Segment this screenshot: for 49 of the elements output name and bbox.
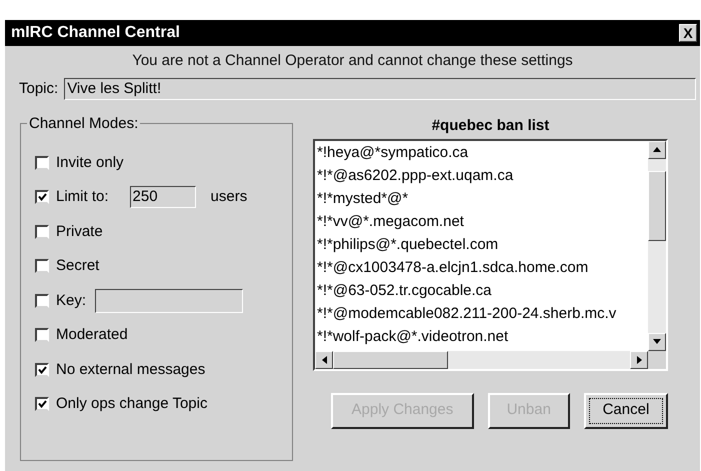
window-title: mIRC Channel Central bbox=[11, 23, 180, 43]
scroll-left-button[interactable] bbox=[315, 350, 333, 368]
checkbox[interactable] bbox=[35, 190, 49, 204]
notice-text: You are not a Channel Operator and cannot change these settings bbox=[131, 51, 574, 71]
checkbox[interactable] bbox=[35, 294, 49, 308]
scroll-thumb[interactable] bbox=[333, 350, 448, 368]
scroll-down-button[interactable] bbox=[648, 332, 666, 350]
checkbox[interactable] bbox=[35, 362, 49, 377]
checkbox-label[interactable]: No external messages bbox=[56, 358, 206, 381]
vertical-scrollbar[interactable] bbox=[648, 140, 666, 350]
checkbox-label[interactable]: Key: bbox=[56, 290, 86, 312]
checkbox-label[interactable]: Limit to: bbox=[56, 186, 109, 208]
horizontal-scrollbar[interactable] bbox=[315, 350, 648, 368]
scroll-right-button[interactable] bbox=[630, 350, 648, 368]
topic-field[interactable]: Vive les Splitt! bbox=[64, 78, 696, 100]
ban-list[interactable] bbox=[313, 138, 668, 370]
checkbox-label[interactable]: Only ops change Topic bbox=[56, 393, 208, 416]
checkbox-label[interactable]: Private bbox=[56, 220, 103, 243]
up-arrow-icon bbox=[653, 147, 661, 152]
left-arrow-icon bbox=[322, 356, 326, 364]
ban-entry[interactable]: *!*@as6202.ppp-ext.uqam.ca bbox=[317, 164, 648, 186]
ban-entry[interactable]: *!*vv@*.megacom.net bbox=[317, 210, 648, 232]
ban-entry[interactable]: *!*mysted*@* bbox=[317, 186, 648, 210]
checkbox[interactable] bbox=[35, 397, 49, 412]
ban-entry[interactable]: *!*@63-052.tr.cgocable.ca bbox=[317, 278, 648, 302]
limit-field[interactable]: 250 bbox=[130, 186, 196, 208]
scroll-up-button[interactable] bbox=[648, 140, 666, 158]
scrollbar-corner bbox=[648, 350, 666, 368]
checkbox-label[interactable]: Invite only bbox=[56, 152, 124, 174]
checkbox-label[interactable]: Moderated bbox=[56, 324, 128, 346]
ban-entry[interactable]: *!*@cx1003478-a.elcjn1.sdca.home.com bbox=[317, 256, 648, 278]
checkbox[interactable] bbox=[35, 259, 49, 274]
ban-entry[interactable]: *!*philips@*.quebectel.com bbox=[317, 232, 648, 256]
key-field[interactable] bbox=[95, 288, 244, 313]
close-button[interactable]: X bbox=[679, 24, 697, 42]
down-arrow-icon bbox=[653, 339, 661, 344]
ban-list-title: #quebec ban list bbox=[430, 116, 550, 134]
ban-entry[interactable]: *!heya@*sympatico.ca bbox=[317, 140, 648, 164]
checkbox[interactable] bbox=[35, 156, 49, 170]
ban-entry[interactable]: *!*@modemcable082.211-200-24.sherb.mc.v bbox=[317, 302, 648, 324]
ban-entry[interactable]: *!*wolf-pack@*.videotron.net bbox=[317, 324, 648, 348]
checkbox[interactable] bbox=[35, 224, 49, 239]
checkbox-label[interactable]: Secret bbox=[56, 255, 100, 278]
users-label: users bbox=[210, 187, 248, 207]
scroll-thumb[interactable] bbox=[648, 170, 666, 240]
topic-label: Topic: bbox=[19, 79, 58, 99]
right-arrow-icon bbox=[636, 356, 642, 364]
cancel-button[interactable]: Cancel bbox=[584, 392, 668, 428]
checkbox[interactable] bbox=[35, 328, 49, 342]
